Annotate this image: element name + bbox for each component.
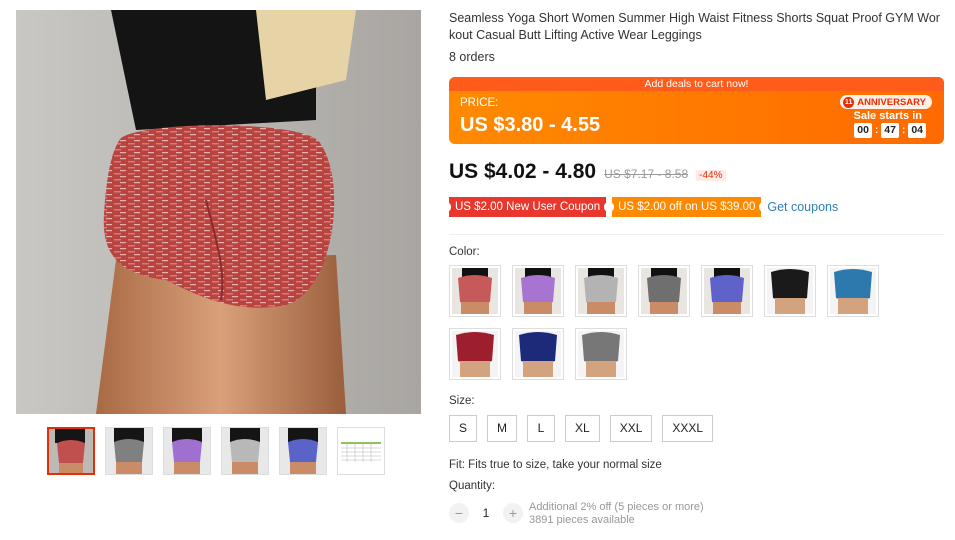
product-title: Seamless Yoga Short Women Summer High Wa… [449,11,940,42]
quantity-notes: Additional 2% off (5 pieces or more) 389… [529,501,704,527]
deal-price-label: PRICE: [460,97,499,109]
order-count: 8 orders [449,50,495,64]
thumbnail-2[interactable] [105,427,153,475]
thumbnail-1[interactable] [47,427,95,475]
bulk-discount-note: Additional 2% off (5 pieces or more) [529,501,704,513]
thumbnail-size-chart[interactable] [337,427,385,475]
color-option-solid-grey[interactable] [575,328,627,380]
thumbnail-3[interactable] [163,427,211,475]
color-option-blue[interactable] [701,265,753,317]
stock-available: 3891 pieces available [529,514,635,526]
divider [449,234,944,235]
timer-minutes: 47 [881,123,899,138]
color-option-navy[interactable] [512,328,564,380]
timer-separator: : [901,125,906,136]
anniversary-logo-icon: 11 [843,96,855,108]
quantity-stepper: − 1 + [449,503,523,523]
thumbnail-strip [47,427,385,475]
color-option-dark-grey[interactable] [638,265,690,317]
thumbnail-4[interactable] [221,427,269,475]
anniversary-badge-label: ANNIVERSARY [857,96,926,108]
thumbnail-5[interactable] [279,427,327,475]
countdown-timer: 00 : 47 : 04 [854,123,926,138]
size-option-xl[interactable]: XL [565,415,600,442]
quantity-label: Quantity: [449,480,496,492]
quantity-value[interactable]: 1 [477,506,495,520]
color-option-black[interactable] [764,265,816,317]
price-row: US $4.02 - 4.80 US $7.17 - 8.58 -44% [449,160,726,184]
product-info: Seamless Yoga Short Women Summer High Wa… [449,10,949,64]
color-option-grey[interactable] [575,265,627,317]
store-coupon[interactable]: US $2.00 off on US $39.00 [609,197,765,217]
coupon-row: US $2.00 New User Coupon US $2.00 off on… [445,197,838,217]
timer-hours: 00 [854,123,872,138]
timer-separator: : [874,125,879,136]
color-swatches [449,265,889,380]
timer-seconds: 04 [908,123,926,138]
quantity-decrease-button[interactable]: − [449,503,469,523]
sale-starts-label: Sale starts in [853,110,922,122]
fit-note: Fit: Fits true to size, take your normal… [449,459,662,471]
color-option-solid-blue[interactable] [827,265,879,317]
deal-strip[interactable]: Add deals to cart now! [449,77,944,91]
deal-banner: Add deals to cart now! PRICE: US $3.80 -… [449,77,944,144]
size-option-xxxl[interactable]: XXXL [662,415,714,442]
new-user-coupon[interactable]: US $2.00 New User Coupon [445,197,610,217]
current-price: US $4.02 - 4.80 [449,160,597,183]
size-option-l[interactable]: L [527,415,556,442]
size-options: S M L XL XXL XXXL [449,415,714,442]
get-coupons-link[interactable]: Get coupons [767,200,838,214]
size-option-m[interactable]: M [487,415,518,442]
size-option-s[interactable]: S [449,415,478,442]
quantity-increase-button[interactable]: + [503,503,523,523]
original-price: US $7.17 - 8.58 [604,167,689,181]
color-option-pink-red[interactable] [449,265,501,317]
size-label: Size: [449,395,475,407]
anniversary-badge: 11 ANNIVERSARY [840,95,932,109]
color-label: Color: [449,246,480,258]
main-product-image[interactable] [16,10,421,414]
size-option-xxl[interactable]: XXL [609,415,653,442]
color-option-wine-red[interactable] [449,328,501,380]
color-option-purple[interactable] [512,265,564,317]
discount-badge: -44% [696,170,726,181]
deal-price: US $3.80 - 4.55 [460,114,601,136]
